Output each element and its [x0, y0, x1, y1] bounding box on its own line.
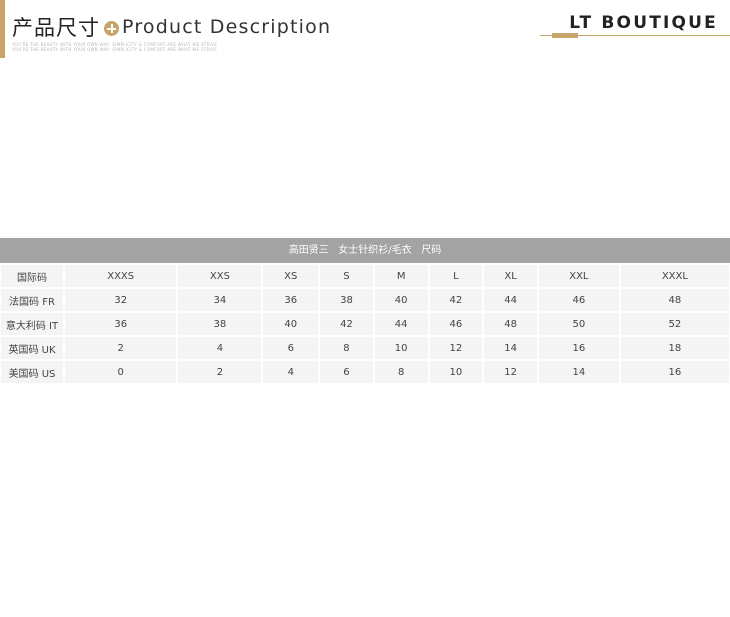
table-row: 法国码 FR 32 34 36 38 40 42 44 46 48: [1, 289, 729, 311]
table-cell: 0: [65, 361, 177, 383]
table-cell: 4: [178, 337, 262, 359]
table-cell: 8: [374, 361, 428, 383]
table-cell: 44: [374, 313, 428, 335]
table-cell: 32: [65, 289, 177, 311]
table-cell: 46: [538, 289, 619, 311]
table-cell: 18: [620, 337, 729, 359]
table-cell: 42: [320, 313, 373, 335]
table-cell: 16: [538, 337, 619, 359]
table-cell: 52: [620, 313, 729, 335]
table-cell: 46: [429, 313, 483, 335]
header-accent-bar: [0, 0, 5, 58]
row-label-cell: 意大利码 IT: [1, 313, 63, 335]
table-cell: 8: [320, 337, 373, 359]
table-cell: 36: [65, 313, 177, 335]
header-cell-size: XS: [263, 265, 319, 287]
table-cell: 44: [484, 289, 537, 311]
brand-name: LT BOUTIQUE: [569, 13, 718, 33]
table-cell: 38: [320, 289, 373, 311]
table-cell: 48: [620, 289, 729, 311]
header-cell-size: M: [374, 265, 428, 287]
table-row: 意大利码 IT 36 38 40 42 44 46 48 50 52: [1, 313, 729, 335]
table-cell: 10: [374, 337, 428, 359]
size-table: 国际码 XXXS XXS XS S M L XL XXL XXXL 法国码 FR 32 34 36 38 40…: [0, 263, 730, 385]
header-cell-size: XXS: [178, 265, 262, 287]
header-cell-label: 国际码: [1, 265, 63, 287]
table-cell: 50: [538, 313, 619, 335]
header-cell-size: XXXS: [65, 265, 177, 287]
row-label-cell: 法国码 FR: [1, 289, 63, 311]
header-cell-size: L: [429, 265, 483, 287]
table-cell: 12: [484, 361, 537, 383]
header-cell-size: XL: [484, 265, 537, 287]
header-cell-size: XXXL: [620, 265, 729, 287]
table-cell: 34: [178, 289, 262, 311]
table-cell: 6: [263, 337, 319, 359]
row-label-cell: 英国码 UK: [1, 337, 63, 359]
table-cell: 14: [538, 361, 619, 383]
table-cell: 4: [263, 361, 319, 383]
size-chart-title: 高田贤三 女士针织衫/毛衣 尺码: [0, 238, 730, 263]
table-row: 英国码 UK 2 4 6 8 10 12 14 16 18: [1, 337, 729, 359]
brand-underline-accent: [552, 33, 578, 38]
header-cell-size: XXL: [538, 265, 619, 287]
table-header-row: 国际码 XXXS XXS XS S M L XL XXL XXXL: [1, 265, 729, 287]
decorative-fine-print: YOU’RE THE BEAUTY WITH YOUR OWN WAY; SIM…: [12, 42, 217, 52]
table-cell: 10: [429, 361, 483, 383]
table-cell: 2: [178, 361, 262, 383]
title-chinese: 产品尺寸: [12, 16, 100, 40]
table-cell: 6: [320, 361, 373, 383]
title-english: Product Description: [122, 16, 332, 38]
table-cell: 40: [263, 313, 319, 335]
table-cell: 14: [484, 337, 537, 359]
row-label-cell: 美国码 US: [1, 361, 63, 383]
table-cell: 36: [263, 289, 319, 311]
plus-icon: [104, 21, 119, 36]
table-cell: 42: [429, 289, 483, 311]
table-cell: 40: [374, 289, 428, 311]
table-row: 美国码 US 0 2 4 6 8 10 12 14 16: [1, 361, 729, 383]
fine-print-line: YOU’RE THE BEAUTY WITH YOUR OWN WAY; SIM…: [12, 47, 217, 52]
table-cell: 16: [620, 361, 729, 383]
table-cell: 48: [484, 313, 537, 335]
section-title: 产品尺寸 Product Description: [12, 12, 331, 42]
size-chart: 高田贤三 女士针织衫/毛衣 尺码 国际码 XXXS XXS XS S M L XL XXL XXX…: [0, 238, 730, 385]
header-cell-size: S: [320, 265, 373, 287]
table-cell: 2: [65, 337, 177, 359]
table-cell: 12: [429, 337, 483, 359]
table-cell: 38: [178, 313, 262, 335]
